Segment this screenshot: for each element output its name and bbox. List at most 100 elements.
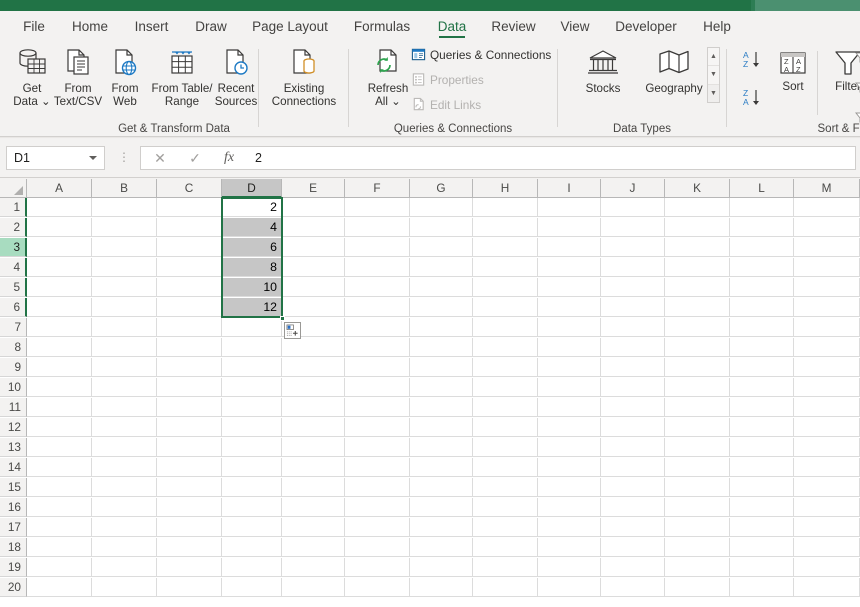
row-header-15[interactable]: 15 — [0, 478, 27, 497]
cell-C2[interactable] — [157, 218, 222, 237]
cell-A10[interactable] — [27, 378, 92, 397]
cell-J3[interactable] — [601, 238, 665, 257]
cell-I2[interactable] — [538, 218, 601, 237]
cell-F3[interactable] — [345, 238, 410, 257]
cell-C14[interactable] — [157, 458, 222, 477]
cell-E15[interactable] — [282, 478, 345, 497]
cell-K19[interactable] — [665, 558, 730, 577]
cell-F2[interactable] — [345, 218, 410, 237]
gallery-scroll-down[interactable]: ▼ — [708, 66, 719, 85]
cell-L18[interactable] — [730, 538, 794, 557]
cell-J8[interactable] — [601, 338, 665, 357]
cell-C17[interactable] — [157, 518, 222, 537]
column-header-A[interactable]: A — [27, 179, 92, 198]
cell-M8[interactable] — [794, 338, 860, 357]
cell-G9[interactable] — [410, 358, 473, 377]
cell-M12[interactable] — [794, 418, 860, 437]
cell-D10[interactable] — [222, 378, 282, 397]
cell-K13[interactable] — [665, 438, 730, 457]
queries-and-connections-button[interactable]: Queries & Connections — [411, 47, 551, 62]
formula-input[interactable]: 2 — [249, 146, 856, 170]
cell-H17[interactable] — [473, 518, 538, 537]
cell-F1[interactable] — [345, 198, 410, 217]
row-header-17[interactable]: 17 — [0, 518, 27, 537]
cell-L15[interactable] — [730, 478, 794, 497]
cell-I14[interactable] — [538, 458, 601, 477]
cell-J11[interactable] — [601, 398, 665, 417]
cell-F12[interactable] — [345, 418, 410, 437]
cell-H18[interactable] — [473, 538, 538, 557]
cell-F7[interactable] — [345, 318, 410, 337]
cell-E20[interactable] — [282, 578, 345, 597]
cell-E12[interactable] — [282, 418, 345, 437]
cell-G13[interactable] — [410, 438, 473, 457]
column-header-C[interactable]: C — [157, 179, 222, 198]
row-header-6[interactable]: 6 — [0, 298, 27, 317]
cell-H5[interactable] — [473, 278, 538, 297]
cell-H8[interactable] — [473, 338, 538, 357]
cell-C18[interactable] — [157, 538, 222, 557]
cell-B20[interactable] — [92, 578, 157, 597]
sort-descending-button[interactable]: Z A — [739, 85, 771, 111]
cell-H10[interactable] — [473, 378, 538, 397]
cell-K6[interactable] — [665, 298, 730, 317]
cell-A20[interactable] — [27, 578, 92, 597]
row-header-1[interactable]: 1 — [0, 198, 27, 217]
cell-J1[interactable] — [601, 198, 665, 217]
cell-G8[interactable] — [410, 338, 473, 357]
cell-H19[interactable] — [473, 558, 538, 577]
cell-G2[interactable] — [410, 218, 473, 237]
row-header-19[interactable]: 19 — [0, 558, 27, 577]
cell-H20[interactable] — [473, 578, 538, 597]
cell-A4[interactable] — [27, 258, 92, 277]
cell-L2[interactable] — [730, 218, 794, 237]
row-header-13[interactable]: 13 — [0, 438, 27, 457]
cell-I4[interactable] — [538, 258, 601, 277]
cell-H16[interactable] — [473, 498, 538, 517]
cell-B10[interactable] — [92, 378, 157, 397]
cell-I20[interactable] — [538, 578, 601, 597]
cell-B13[interactable] — [92, 438, 157, 457]
cell-D9[interactable] — [222, 358, 282, 377]
row-header-16[interactable]: 16 — [0, 498, 27, 517]
cell-E11[interactable] — [282, 398, 345, 417]
cell-H14[interactable] — [473, 458, 538, 477]
cell-G4[interactable] — [410, 258, 473, 277]
clear-filter-button[interactable] — [855, 51, 860, 63]
cell-D20[interactable] — [222, 578, 282, 597]
cell-E8[interactable] — [282, 338, 345, 357]
cell-H12[interactable] — [473, 418, 538, 437]
cell-H13[interactable] — [473, 438, 538, 457]
cell-E2[interactable] — [282, 218, 345, 237]
cell-J13[interactable] — [601, 438, 665, 457]
cell-K18[interactable] — [665, 538, 730, 557]
cell-F14[interactable] — [345, 458, 410, 477]
cell-F11[interactable] — [345, 398, 410, 417]
sort-dialog-button[interactable]: Z A A Z Sort — [771, 49, 815, 93]
ribbon-tab-home[interactable]: Home — [66, 11, 114, 41]
cell-D3[interactable]: 6 — [222, 238, 282, 257]
cell-H6[interactable] — [473, 298, 538, 317]
cell-J18[interactable] — [601, 538, 665, 557]
cell-E1[interactable] — [282, 198, 345, 217]
cell-M4[interactable] — [794, 258, 860, 277]
cell-A7[interactable] — [27, 318, 92, 337]
cell-E18[interactable] — [282, 538, 345, 557]
cell-I10[interactable] — [538, 378, 601, 397]
cell-L8[interactable] — [730, 338, 794, 357]
cell-K7[interactable] — [665, 318, 730, 337]
ribbon-tab-view[interactable]: View — [556, 11, 594, 41]
cell-A12[interactable] — [27, 418, 92, 437]
from-web-button[interactable]: From Web — [103, 45, 147, 108]
cell-H15[interactable] — [473, 478, 538, 497]
column-header-J[interactable]: J — [601, 179, 665, 198]
ribbon-tab-developer[interactable]: Developer — [609, 11, 683, 41]
cell-D5[interactable]: 10 — [222, 278, 282, 297]
cell-B16[interactable] — [92, 498, 157, 517]
row-header-10[interactable]: 10 — [0, 378, 27, 397]
cell-D17[interactable] — [222, 518, 282, 537]
column-header-E[interactable]: E — [282, 179, 345, 198]
cell-C19[interactable] — [157, 558, 222, 577]
cell-I15[interactable] — [538, 478, 601, 497]
cell-E17[interactable] — [282, 518, 345, 537]
